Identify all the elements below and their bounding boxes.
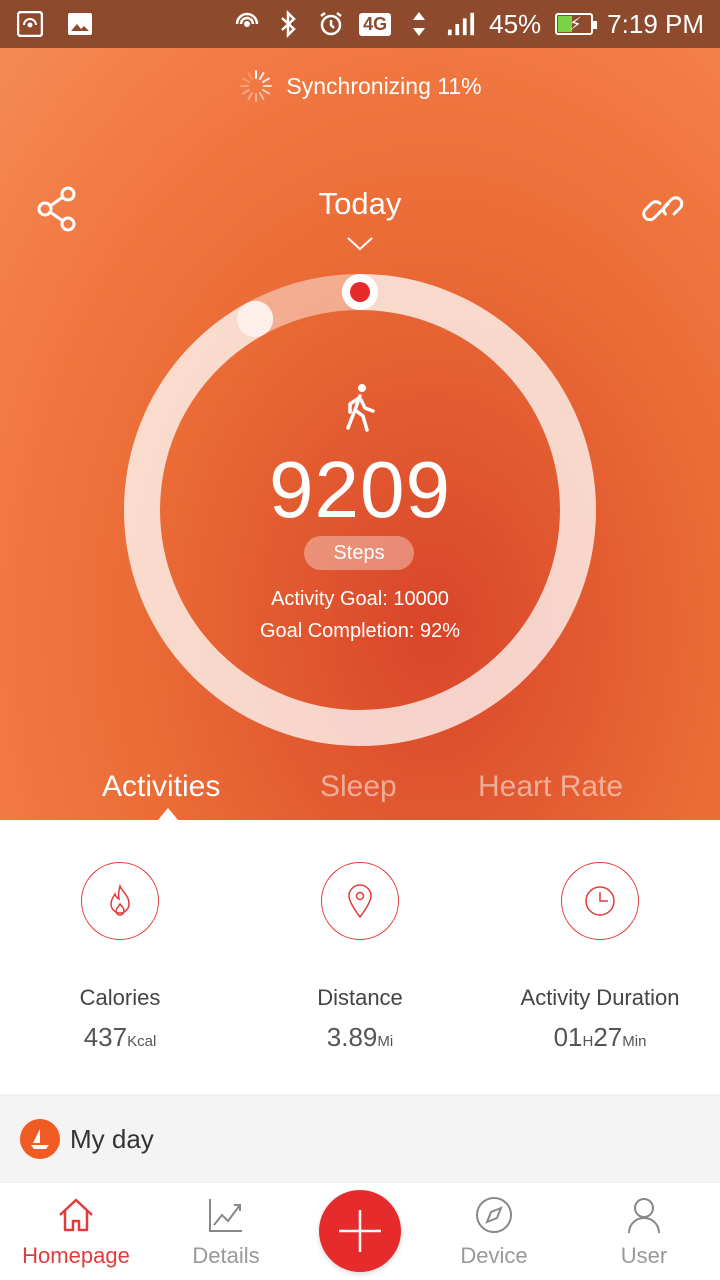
nav-user[interactable]: User: [574, 1183, 714, 1280]
sync-status: Synchronizing 11%: [0, 68, 720, 104]
duration-minutes: 27: [593, 1022, 623, 1052]
stat-label: Distance: [317, 985, 403, 1010]
clock-time: 7:19 PM: [607, 8, 704, 39]
image-icon: [66, 10, 94, 38]
stat-label: Activity Duration: [520, 985, 680, 1010]
stat-value: 3.89Mi: [240, 1022, 480, 1053]
my-day-section[interactable]: My day: [0, 1096, 720, 1182]
duration-hours: 01: [553, 1022, 583, 1052]
sync-spinner-icon: [240, 70, 273, 102]
active-tab-indicator: [158, 808, 178, 820]
bluetooth-icon: [275, 10, 303, 38]
distance-value: 3.89: [326, 1022, 378, 1052]
duration-hours-unit: H: [582, 1033, 594, 1050]
activity-hero: Synchronizing 11% Today 9209 Steps Activ…: [0, 48, 720, 820]
hotspot-icon: [16, 10, 44, 38]
date-selector[interactable]: Today: [0, 186, 720, 222]
steps-label-pill: Steps: [304, 536, 414, 570]
compass-icon: [476, 1197, 512, 1233]
tab-heart-rate[interactable]: Heart Rate: [478, 770, 623, 804]
nav-label: Details: [192, 1243, 260, 1268]
calories-unit: Kcal: [127, 1033, 157, 1050]
stat-label: Calories: [79, 985, 161, 1010]
stat-value: 01H27Min: [480, 1022, 720, 1053]
signal-icon: [447, 10, 475, 38]
flame-icon: [81, 862, 159, 940]
network-arrows-icon: [405, 10, 433, 38]
activity-stats: Calories 437Kcal Distance 3.89Mi Activit…: [0, 820, 720, 1094]
nav-details[interactable]: Details: [156, 1183, 296, 1280]
chevron-down-icon[interactable]: [346, 236, 374, 252]
nav-homepage[interactable]: Homepage: [6, 1183, 146, 1280]
calories-value: 437: [83, 1022, 128, 1052]
duration-minutes-unit: Min: [622, 1033, 647, 1050]
nfc-icon: [233, 10, 261, 38]
ring-start-dot: [350, 282, 370, 302]
plus-icon: [339, 1210, 381, 1252]
battery-charging-icon: ⚡: [555, 13, 598, 35]
location-pin-icon: [321, 862, 399, 940]
nav-label: Homepage: [22, 1243, 130, 1268]
tab-activities[interactable]: Activities: [102, 770, 220, 804]
goal-completion: Goal Completion: 92%: [259, 620, 461, 642]
activity-goal: Activity Goal: 10000: [271, 588, 449, 610]
alarm-icon: [317, 10, 345, 38]
battery-percent: 45%: [489, 8, 542, 39]
status-bar: 4G 45% ⚡ 7:19 PM: [0, 0, 720, 48]
chart-icon: [209, 1199, 242, 1232]
link-icon[interactable]: [642, 188, 684, 230]
nav-label: Device: [460, 1243, 528, 1268]
stat-value: 437Kcal: [0, 1022, 240, 1053]
user-icon: [628, 1198, 660, 1234]
distance-unit: Mi: [377, 1033, 394, 1050]
my-day-title: My day: [70, 1123, 154, 1154]
metric-tabs: Activities Sleep Heart Rate: [0, 770, 720, 820]
steps-count: 9209: [269, 445, 451, 534]
sailboat-icon: [20, 1119, 60, 1159]
network-type-badge: 4G: [359, 12, 392, 36]
tab-sleep[interactable]: Sleep: [320, 770, 397, 804]
nav-device[interactable]: Device: [424, 1183, 564, 1280]
nav-label: User: [620, 1243, 668, 1268]
add-button[interactable]: [319, 1190, 401, 1272]
home-icon: [59, 1198, 93, 1232]
walking-icon: [346, 384, 375, 432]
clock-icon: [561, 862, 639, 940]
sync-text: Synchronizing 11%: [286, 72, 482, 99]
ring-end-marker: [236, 300, 273, 337]
